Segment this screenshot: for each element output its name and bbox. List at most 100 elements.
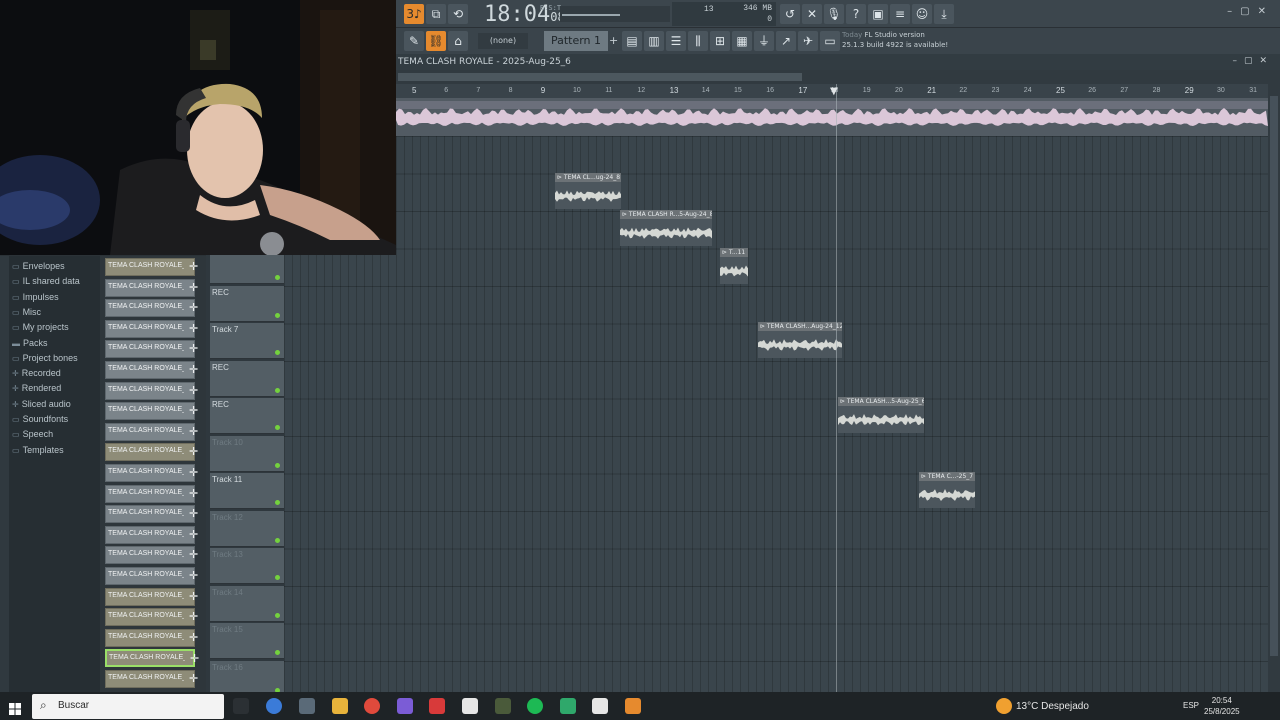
channel-move-icon[interactable]: ✛ bbox=[189, 383, 198, 399]
channel-move-icon[interactable]: ✛ bbox=[189, 259, 198, 275]
pattern-song-toggle[interactable]: 3♪ bbox=[404, 4, 424, 24]
channel-button[interactable]: TEMA CLASH ROYALE_ ✛ bbox=[105, 608, 198, 627]
channel-button[interactable]: TEMA CLASH ROYALE_202 ✛ bbox=[105, 402, 198, 421]
browser-item[interactable]: ▭ Soundfonts bbox=[12, 414, 68, 424]
browser-item[interactable]: ▭ Misc bbox=[12, 307, 41, 317]
vscroll-thumb[interactable] bbox=[1270, 96, 1278, 656]
master-pitch-slider[interactable] bbox=[560, 6, 670, 22]
channel-button[interactable]: TEMA CLASH ROYALE_202 ✛ bbox=[105, 505, 198, 524]
clip-label[interactable]: ⊳ T...11 bbox=[720, 248, 748, 257]
file-explorer-icon[interactable] bbox=[332, 698, 348, 714]
audio-clip[interactable]: ⊳ TEMA C...-25_7 bbox=[919, 472, 975, 508]
mixer-view-icon[interactable]: ⫼ bbox=[688, 31, 708, 51]
language-indicator[interactable]: ESP bbox=[1183, 701, 1199, 710]
channel-button[interactable]: TEMA CLASH ROYALE_202 ✛ bbox=[105, 278, 198, 297]
browser-item[interactable]: ▭ Templates bbox=[12, 445, 64, 455]
microphone-icon[interactable]: 🎙 bbox=[824, 4, 844, 24]
app-green-icon[interactable] bbox=[560, 698, 576, 714]
windows-start-icon[interactable] bbox=[9, 700, 21, 715]
browser-item[interactable]: ✛ Recorded bbox=[12, 368, 61, 378]
track-header[interactable]: Track 10 bbox=[210, 435, 284, 472]
channel-button[interactable]: TEMA CLASH ROYALE_ ✛ bbox=[105, 670, 198, 688]
track-mute-led[interactable] bbox=[275, 462, 280, 468]
help-icon[interactable]: ? bbox=[846, 4, 866, 24]
capcut-icon[interactable] bbox=[462, 698, 478, 714]
track-header[interactable]: REC bbox=[210, 398, 284, 434]
channel-move-icon[interactable]: ✛ bbox=[189, 465, 198, 481]
browser-item[interactable]: ▬ Packs bbox=[12, 338, 48, 348]
channel-button[interactable]: TEMA CLASH ROYALE_ ✛ bbox=[105, 299, 198, 318]
clip-label[interactable]: ⊳ TEMA CL...ug-24_8 bbox=[555, 173, 621, 182]
channel-button[interactable]: TEMA CLASH ROYALE_202 ✛ bbox=[105, 567, 198, 585]
pattern-selector[interactable]: Pattern 1 bbox=[544, 31, 608, 51]
browser-item[interactable]: ✛ Sliced audio bbox=[12, 399, 71, 409]
track-header[interactable]: Track 7 bbox=[210, 323, 284, 359]
track-mute-led[interactable] bbox=[275, 350, 280, 355]
spotify-icon[interactable] bbox=[527, 698, 543, 714]
typing-keyboard-icon[interactable]: ⧉ bbox=[426, 4, 446, 24]
chrome-icon[interactable] bbox=[364, 698, 380, 714]
bird-icon[interactable]: ✈ bbox=[798, 31, 818, 51]
channel-rack-icon[interactable]: ☰ bbox=[666, 31, 686, 51]
channel-move-icon[interactable]: ✛ bbox=[189, 568, 198, 584]
track-mute-led[interactable] bbox=[275, 312, 280, 318]
fl-studio-icon[interactable] bbox=[625, 698, 641, 714]
channel-button[interactable]: TEMA CLASH ROYALE_ ✛ bbox=[105, 258, 198, 276]
channel-move-icon[interactable]: ✛ bbox=[189, 321, 198, 337]
update-notification[interactable]: Today FL Studio version 25.1.3 build 492… bbox=[842, 30, 950, 52]
channel-move-icon[interactable]: ✛ bbox=[189, 362, 198, 378]
track-mute-led[interactable] bbox=[275, 575, 280, 580]
channel-button[interactable]: TEMA CLASH ROYALE_202 ✛ bbox=[105, 484, 198, 503]
metronome-icon[interactable]: ✕ bbox=[802, 4, 822, 24]
mixer-icon[interactable]: ≡ bbox=[890, 4, 910, 24]
channel-move-icon[interactable]: ✛ bbox=[189, 589, 198, 605]
track-mute-led[interactable] bbox=[275, 500, 280, 505]
horizontal-scrollbar[interactable] bbox=[396, 70, 1280, 84]
copilot-icon[interactable] bbox=[266, 698, 282, 714]
channel-button[interactable]: TEMA CLASH ROYALE_ ✛ bbox=[105, 628, 198, 647]
track-mute-led[interactable] bbox=[275, 650, 280, 655]
channel-button[interactable]: TEMA CLASH ROYALE_ ✛ bbox=[105, 649, 199, 668]
track-header[interactable]: Track 11 bbox=[210, 473, 284, 509]
task-view-icon[interactable] bbox=[233, 698, 249, 714]
loop-record-icon[interactable]: ⟲ bbox=[448, 4, 468, 24]
capcut2-icon[interactable] bbox=[592, 698, 608, 714]
download-icon[interactable]: ⤓ bbox=[934, 4, 954, 24]
clip-label[interactable]: ⊳ TEMA CLASH R...5-Aug-24_8 bbox=[620, 210, 712, 219]
channel-button[interactable]: TEMA CLASH ROYALE_202 ✛ bbox=[105, 340, 198, 359]
weather-text[interactable]: 13°C Despejado bbox=[1016, 701, 1089, 712]
channel-move-icon[interactable]: ✛ bbox=[189, 671, 198, 687]
channel-move-icon[interactable]: ✛ bbox=[189, 609, 198, 625]
browser-item[interactable]: ▭ Envelopes bbox=[12, 261, 65, 271]
browser-item[interactable]: ▭ Speech bbox=[12, 429, 53, 439]
plugin-icon[interactable]: ⏚ bbox=[754, 31, 774, 51]
channel-move-icon[interactable]: ✛ bbox=[189, 527, 198, 543]
add-pattern-button[interactable]: + bbox=[609, 33, 619, 49]
track-header[interactable]: Track 13 bbox=[210, 548, 284, 584]
channel-move-icon[interactable]: ✛ bbox=[189, 506, 198, 522]
audio-clip[interactable]: ⊳ T...11 bbox=[720, 248, 748, 284]
track-header[interactable]: Track 15 bbox=[210, 623, 284, 659]
pick-icon[interactable]: ↗ bbox=[776, 31, 796, 51]
discord-icon[interactable] bbox=[397, 698, 413, 714]
app-icon[interactable] bbox=[299, 698, 315, 714]
track-mute-led[interactable] bbox=[275, 387, 280, 393]
app-red-icon[interactable] bbox=[429, 698, 445, 714]
save-icon[interactable]: ▣ bbox=[868, 4, 888, 24]
channel-move-icon[interactable]: ✛ bbox=[190, 651, 199, 667]
channel-button[interactable]: TEMA CLASH ROYALE_ ✛ bbox=[105, 319, 198, 338]
track-header[interactable]: Track 12 bbox=[210, 510, 284, 547]
chat-icon[interactable]: ☺ bbox=[912, 4, 932, 24]
browser-item[interactable]: ▭ Impulses bbox=[12, 292, 59, 302]
browser-item[interactable]: ✛ Rendered bbox=[12, 383, 61, 393]
track-header[interactable]: REC bbox=[210, 285, 284, 322]
playhead-marker-icon[interactable]: ▼ bbox=[830, 86, 844, 97]
piano-roll-icon[interactable]: ▥ bbox=[644, 31, 664, 51]
clip-label[interactable]: ⊳ TEMA C...-25_7 bbox=[919, 472, 975, 481]
playlist-window-controls[interactable]: –▢✕ bbox=[1232, 56, 1274, 66]
channel-button[interactable]: TEMA CLASH ROYALE_202 ✛ bbox=[105, 546, 198, 565]
snap-select[interactable]: (none) bbox=[478, 33, 528, 49]
scrollbar-thumb[interactable] bbox=[398, 73, 802, 81]
browser-icon[interactable]: ▦ bbox=[732, 31, 752, 51]
track-header[interactable]: Track 14 bbox=[210, 585, 284, 622]
